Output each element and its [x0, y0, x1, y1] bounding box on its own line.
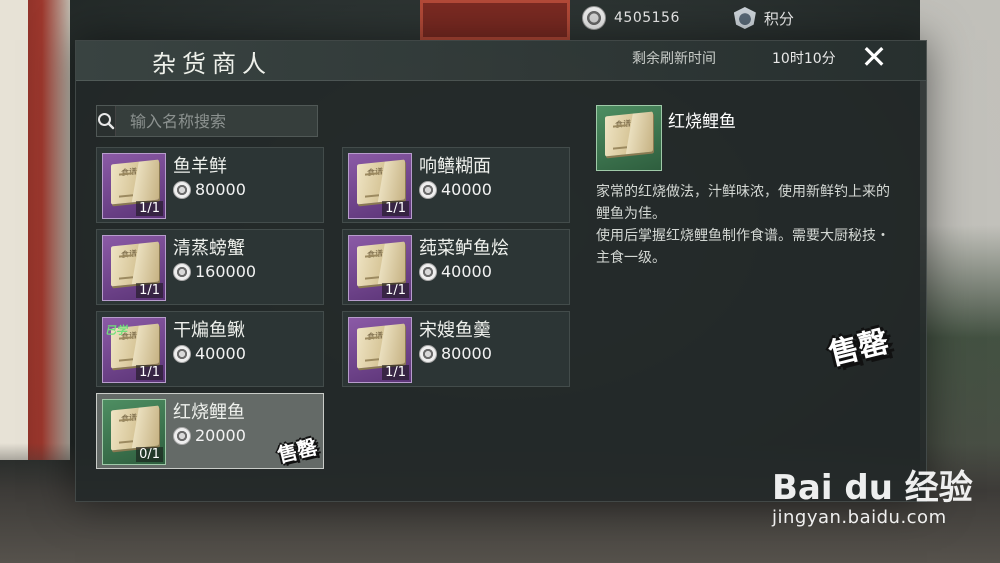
shop-item[interactable]: 食谱 已学 1/1 干煸鱼鳅 40000	[96, 311, 324, 387]
currency-bar: 4505156 积分	[582, 6, 794, 30]
item-stock: 0/1	[136, 447, 163, 462]
item-stock: 1/1	[136, 283, 163, 298]
detail-description: 家常的红烧做法，汁鲜味浓，使用新鲜钓上来的鲤鱼为佳。 使用后掌握红烧鲤鱼制作食谱…	[596, 184, 890, 266]
sold-out-stamp: 售罄	[275, 434, 320, 468]
close-button[interactable]: ✕	[850, 37, 898, 77]
item-thumbnail: 食谱 1/1	[348, 317, 412, 383]
item-name: 莼菜鲈鱼烩	[419, 238, 509, 259]
coin-icon	[173, 180, 191, 199]
search-button[interactable]	[97, 106, 116, 136]
item-stock: 1/1	[136, 201, 163, 216]
points-badge-icon	[733, 7, 756, 29]
item-name: 清蒸螃蟹	[173, 238, 245, 259]
recipe-book-icon: 食谱	[357, 323, 405, 369]
item-name: 宋嫂鱼羹	[419, 320, 491, 341]
item-price: 80000	[419, 344, 492, 363]
item-thumbnail: 食谱 0/1	[102, 399, 166, 465]
item-name: 响鳝糊面	[419, 156, 491, 177]
item-stock: 1/1	[382, 201, 409, 216]
currency-amount: 4505156	[614, 10, 680, 26]
shop-item[interactable]: 食谱 1/1 鱼羊鲜 80000	[96, 147, 324, 223]
coin-icon	[419, 344, 437, 363]
item-thumbnail: 食谱 1/1	[102, 153, 166, 219]
coin-icon	[419, 180, 437, 199]
item-price: 40000	[173, 344, 246, 363]
detail-thumbnail: 食谱	[596, 105, 662, 171]
detail-sold-out-stamp: 售罄	[825, 324, 893, 373]
item-price: 40000	[419, 262, 492, 281]
search-icon	[98, 113, 115, 130]
shop-item[interactable]: 食谱 1/1 宋嫂鱼羹 80000	[342, 311, 570, 387]
coin-icon	[173, 262, 191, 281]
detail-item-name: 红烧鲤鱼	[668, 112, 736, 132]
shop-panel: 杂货商人 剩余刷新时间 10时10分 ✕ 食谱 1/1 鱼羊鲜 80000 食谱…	[75, 38, 927, 502]
watermark-logo: Bai du 经验	[772, 468, 973, 508]
shop-item[interactable]: 食谱 1/1 响鳝糊面 40000	[342, 147, 570, 223]
item-stock: 1/1	[136, 365, 163, 380]
shop-item[interactable]: 食谱 1/1 清蒸螃蟹 160000	[96, 229, 324, 305]
coin-icon	[173, 344, 191, 363]
recipe-book-icon: 食谱	[111, 159, 159, 205]
background-door	[420, 0, 570, 40]
item-name: 红烧鲤鱼	[173, 402, 245, 423]
coin-icon	[419, 262, 437, 281]
item-stock: 1/1	[382, 365, 409, 380]
watermark: Bai du 经验 jingyan.baidu.com	[772, 460, 992, 528]
shop-title: 杂货商人	[152, 50, 272, 78]
item-thumbnail: 食谱 已学 1/1	[102, 317, 166, 383]
watermark-url: jingyan.baidu.com	[772, 507, 947, 528]
points-label[interactable]: 积分	[764, 8, 794, 29]
learned-badge: 已学	[105, 324, 127, 337]
item-name: 干煸鱼鳅	[173, 320, 245, 341]
item-price: 160000	[173, 262, 256, 281]
recipe-book-icon: 食谱	[605, 111, 653, 157]
refresh-time: 10时10分	[772, 51, 836, 67]
item-thumbnail: 食谱 1/1	[348, 235, 412, 301]
shop-item[interactable]: 食谱 1/1 莼菜鲈鱼烩 40000	[342, 229, 570, 305]
coin-icon	[582, 6, 606, 30]
refresh-label: 剩余刷新时间	[632, 51, 716, 67]
search-box	[96, 105, 330, 137]
item-thumbnail: 食谱 1/1	[348, 153, 412, 219]
coin-icon	[173, 426, 191, 445]
item-name: 鱼羊鲜	[173, 156, 227, 177]
recipe-book-icon: 食谱	[357, 159, 405, 205]
item-stock: 1/1	[382, 283, 409, 298]
recipe-book-icon: 食谱	[111, 405, 159, 451]
item-price: 20000	[173, 426, 246, 445]
item-price: 80000	[173, 180, 246, 199]
background-white-pillar	[0, 0, 28, 460]
shop-header: 杂货商人 剩余刷新时间 10时10分 ✕	[76, 38, 926, 81]
item-thumbnail: 食谱 1/1	[102, 235, 166, 301]
shop-item-selected[interactable]: 食谱 0/1 红烧鲤鱼 20000 售罄	[96, 393, 324, 469]
recipe-book-icon: 食谱	[111, 241, 159, 287]
recipe-book-icon: 食谱	[357, 241, 405, 287]
item-price: 40000	[419, 180, 492, 199]
search-input[interactable]	[116, 106, 330, 136]
